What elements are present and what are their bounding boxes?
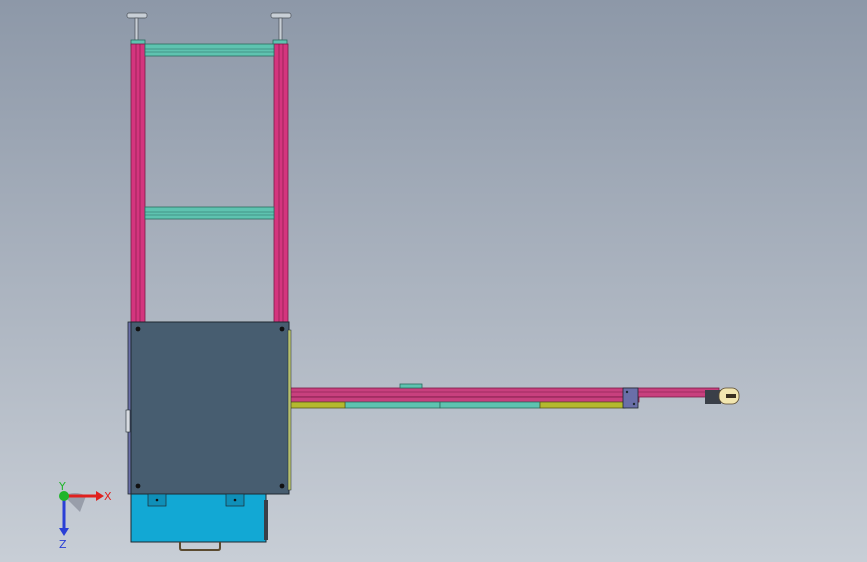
base-handle[interactable] — [179, 542, 221, 551]
foot-stem — [278, 17, 283, 41]
arm-slider-block[interactable] — [622, 387, 639, 409]
horizontal-arm[interactable] — [288, 383, 721, 409]
cabinet-screw — [135, 483, 141, 489]
rail-body — [144, 43, 275, 57]
foot-pad — [270, 12, 292, 19]
gripper-jaw — [726, 394, 736, 398]
cad-viewport[interactable] — [0, 0, 867, 562]
rail-body — [144, 206, 275, 220]
axis-triad: X Y Z — [58, 480, 112, 550]
x-axis-label: X — [104, 490, 112, 503]
arm-guide-segment-2 — [439, 401, 541, 409]
base-tab-screw — [155, 498, 159, 502]
slider-screw — [632, 402, 636, 406]
control-cabinet[interactable] — [130, 321, 292, 495]
post-body — [273, 43, 289, 325]
arm-guide-segment-3 — [539, 401, 626, 409]
upright-post-right[interactable] — [273, 43, 289, 325]
cabinet-panel — [130, 321, 290, 495]
base-tab-screw — [233, 498, 237, 502]
z-axis-label: Z — [59, 538, 67, 550]
cabinet-screw — [135, 326, 141, 332]
cabinet-right-flange — [287, 329, 292, 491]
upright-post-left[interactable] — [130, 43, 146, 325]
y-axis-label: Y — [58, 480, 66, 493]
arm-rail-lower — [288, 396, 640, 403]
cabinet-side-latch[interactable] — [125, 409, 131, 433]
arm-top-tab — [399, 383, 423, 389]
arm-guide-segment-0 — [288, 401, 346, 409]
cross-rail-middle[interactable] — [144, 206, 275, 220]
foot-stem — [134, 17, 139, 41]
leveling-foot-left[interactable] — [126, 12, 148, 41]
cabinet-screw — [279, 483, 285, 489]
z-axis-arrow — [59, 496, 69, 536]
foot-pad — [126, 12, 148, 19]
post-body — [130, 43, 146, 325]
cabinet-screw — [279, 326, 285, 332]
leveling-foot-right[interactable] — [270, 12, 292, 41]
arm-rail-upper — [288, 387, 720, 398]
cross-rail-top[interactable] — [144, 43, 275, 57]
base-side-strip — [264, 500, 268, 540]
slider-screw — [625, 390, 629, 394]
base-box[interactable] — [130, 493, 268, 551]
arm-guide-segment-1 — [344, 401, 441, 409]
gripper-head[interactable] — [718, 387, 740, 405]
